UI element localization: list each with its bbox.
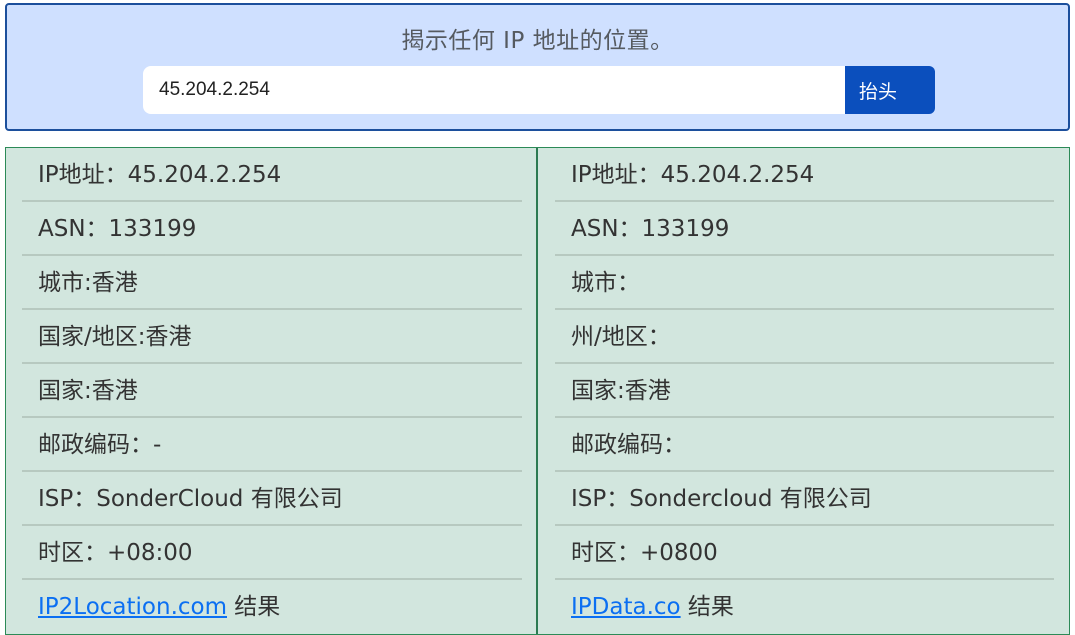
region-row: 州/地区： — [555, 310, 1054, 364]
search-panel: 揭示任何 IP 地址的位置。 抬头 — [5, 3, 1070, 131]
ip-input[interactable] — [143, 66, 845, 114]
lookup-button[interactable]: 抬头 — [845, 66, 935, 114]
search-title: 揭示任何 IP 地址的位置。 — [401, 28, 674, 54]
country-row: 国家:香港 — [555, 364, 1054, 418]
results-panel: IP地址：45.204.2.254 ASN：133199 城市:香港 国家/地区… — [5, 147, 1070, 635]
search-row: 抬头 — [143, 66, 935, 114]
asn-row: ASN：133199 — [555, 202, 1054, 256]
postal-row: 邮政编码： — [555, 418, 1054, 472]
isp-row: ISP：SonderCloud 有限公司 — [22, 472, 522, 526]
asn-row: ASN：133199 — [22, 202, 522, 256]
ip2location-link[interactable]: IP2Location.com — [38, 594, 227, 620]
source-suffix: 结果 — [227, 594, 281, 620]
source-suffix: 结果 — [680, 594, 734, 620]
city-row: 城市： — [555, 256, 1054, 310]
results-column-ipdata: IP地址：45.204.2.254 ASN：133199 城市： 州/地区： 国… — [540, 148, 1070, 634]
region-row: 国家/地区:香港 — [22, 310, 522, 364]
country-row: 国家:香港 — [22, 364, 522, 418]
timezone-row: 时区：+08:00 — [22, 526, 522, 580]
source-row: IPData.co 结果 — [555, 580, 1054, 634]
ipdata-link[interactable]: IPData.co — [571, 594, 681, 620]
isp-row: ISP：Sondercloud 有限公司 — [555, 472, 1054, 526]
postal-row: 邮政编码：- — [22, 418, 522, 472]
ip-row: IP地址：45.204.2.254 — [555, 148, 1054, 202]
city-row: 城市:香港 — [22, 256, 522, 310]
results-column-ip2location: IP地址：45.204.2.254 ASN：133199 城市:香港 国家/地区… — [6, 148, 538, 634]
source-row: IP2Location.com 结果 — [22, 580, 522, 634]
ip-row: IP地址：45.204.2.254 — [22, 148, 522, 202]
timezone-row: 时区：+0800 — [555, 526, 1054, 580]
